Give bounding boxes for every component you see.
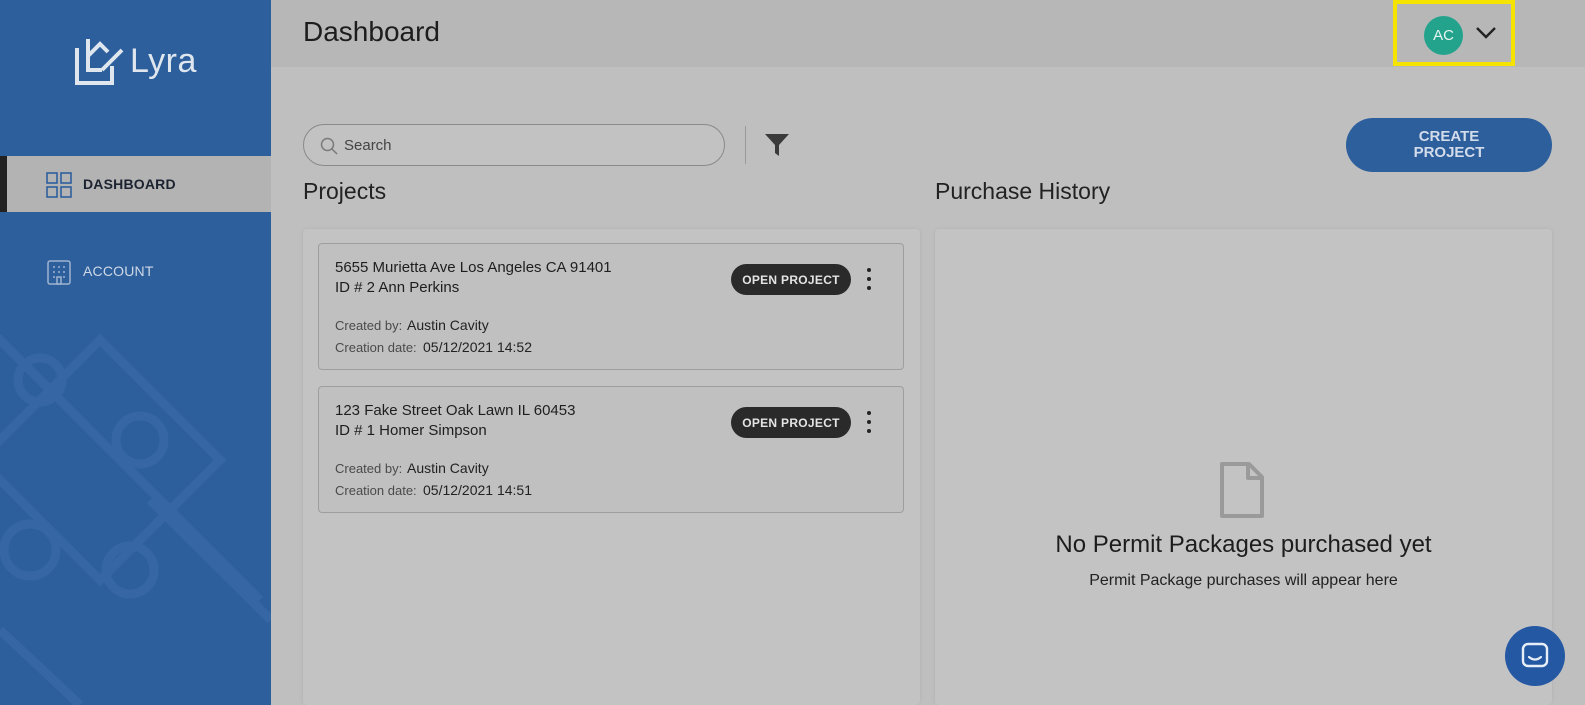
chat-launcher-button[interactable] [1505,626,1565,686]
created-by-value: Austin Cavity [407,317,489,333]
top-header: Dashboard AC [271,0,1585,67]
project-id: ID # 1 Homer Simpson [335,422,487,439]
created-by-label: Created by: [335,461,403,476]
more-options-icon[interactable] [860,411,878,433]
chat-icon [1521,642,1549,668]
user-menu[interactable]: AC [1393,0,1515,66]
created-by-value: Austin Cavity [407,460,489,476]
page-title: Dashboard [303,16,440,47]
purchase-history-title: Purchase History [935,178,1111,204]
sidebar-item-label: DASHBOARD [83,176,176,192]
decorative-pattern [0,333,271,705]
building-icon [47,260,71,285]
create-project-button[interactable]: CREATE PROJECT [1346,118,1552,172]
project-card[interactable]: 123 Fake Street Oak Lawn IL 60453 ID # 1… [318,386,904,513]
create-label-line2: PROJECT [1413,144,1485,161]
sidebar-item-dashboard[interactable]: DASHBOARD [0,156,271,212]
avatar[interactable]: AC [1424,16,1463,55]
more-options-icon[interactable] [860,268,878,290]
grid-icon [46,172,72,198]
sidebar-item-account[interactable]: ACCOUNT [0,243,271,299]
lyra-logo-icon [75,39,124,85]
creation-date-value: 05/12/2021 14:52 [423,339,532,355]
toolbar-divider [745,126,746,164]
sidebar: Lyra DASHBOARD ACCOUNT [0,0,271,705]
projects-title: Projects [303,178,387,204]
lyra-logo[interactable]: Lyra [74,36,197,86]
project-address: 123 Fake Street Oak Lawn IL 60453 [335,402,576,419]
empty-state-title: No Permit Packages purchased yet [1055,531,1432,558]
sidebar-item-label: ACCOUNT [83,263,154,279]
projects-panel: 5655 Murietta Ave Los Angeles CA 91401 I… [303,229,920,705]
open-project-button[interactable]: OPEN PROJECT [731,407,851,438]
search-icon [320,137,338,155]
document-icon [1220,462,1264,518]
created-by-label: Created by: [335,318,403,333]
project-id: ID # 2 Ann Perkins [335,279,460,296]
project-card[interactable]: 5655 Murietta Ave Los Angeles CA 91401 I… [318,243,904,370]
chevron-down-icon[interactable] [1475,26,1497,40]
filter-icon[interactable] [764,132,790,158]
creation-date-value: 05/12/2021 14:51 [423,482,532,498]
create-label-line1: CREATE [1418,128,1480,145]
creation-date-label: Creation date: [335,340,417,355]
open-project-button[interactable]: OPEN PROJECT [731,264,851,295]
logo-text: Lyra [130,41,197,80]
empty-state-subtitle: Permit Package purchases will appear her… [1089,572,1398,589]
search-box[interactable] [303,124,725,166]
search-input[interactable] [344,133,704,157]
project-address: 5655 Murietta Ave Los Angeles CA 91401 [335,259,612,276]
creation-date-label: Creation date: [335,483,417,498]
purchase-history-panel: No Permit Packages purchased yet Permit … [935,229,1552,705]
